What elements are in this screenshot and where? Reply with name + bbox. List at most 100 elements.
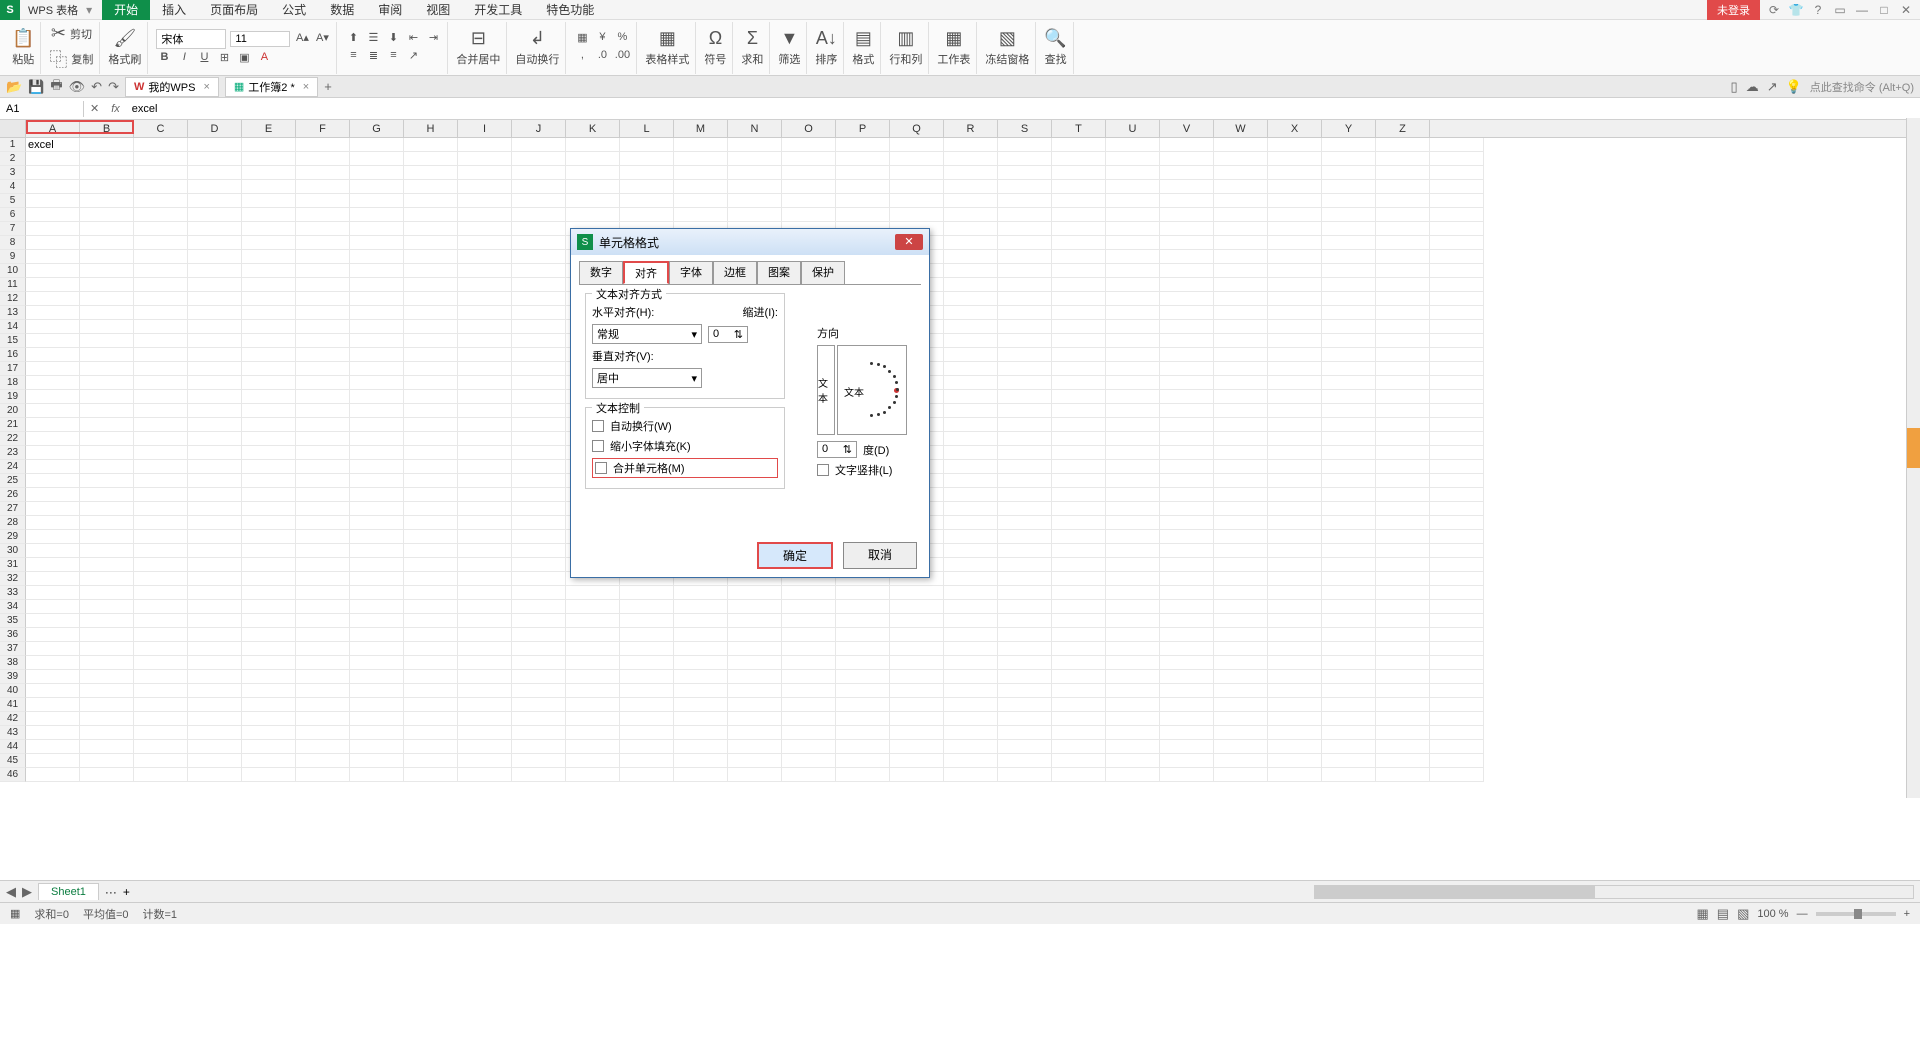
cell[interactable] — [26, 152, 80, 166]
cell[interactable] — [26, 194, 80, 208]
cell[interactable] — [728, 670, 782, 684]
cell[interactable] — [1106, 530, 1160, 544]
cell[interactable] — [1052, 264, 1106, 278]
align-mid-icon[interactable]: ☰ — [365, 31, 381, 47]
cell[interactable] — [404, 628, 458, 642]
zoom-slider[interactable] — [1816, 912, 1896, 916]
cell[interactable] — [188, 558, 242, 572]
help-icon[interactable]: ? — [1810, 3, 1826, 17]
save-icon[interactable]: 💾 — [28, 79, 44, 95]
row-header[interactable]: 30 — [0, 544, 26, 558]
cell[interactable] — [296, 544, 350, 558]
cell[interactable] — [1052, 754, 1106, 768]
cell[interactable] — [1322, 698, 1376, 712]
cell[interactable] — [296, 628, 350, 642]
cell[interactable] — [188, 194, 242, 208]
cell[interactable] — [1322, 530, 1376, 544]
cell[interactable] — [1268, 726, 1322, 740]
cell[interactable] — [80, 572, 134, 586]
cell[interactable] — [134, 684, 188, 698]
cell[interactable] — [350, 264, 404, 278]
cell[interactable] — [80, 684, 134, 698]
cell[interactable] — [1160, 446, 1214, 460]
sheet-add-icon[interactable]: + — [123, 885, 130, 899]
cell[interactable] — [350, 208, 404, 222]
cell[interactable] — [1052, 684, 1106, 698]
cell[interactable] — [350, 656, 404, 670]
cell[interactable] — [80, 194, 134, 208]
cell[interactable] — [1322, 684, 1376, 698]
cell[interactable] — [404, 208, 458, 222]
cell[interactable] — [134, 306, 188, 320]
cell[interactable] — [1376, 726, 1430, 740]
row-header[interactable]: 3 — [0, 166, 26, 180]
cell[interactable] — [512, 432, 566, 446]
cell[interactable] — [188, 488, 242, 502]
cell[interactable] — [296, 348, 350, 362]
cell[interactable] — [350, 740, 404, 754]
cell[interactable] — [836, 586, 890, 600]
cell[interactable] — [1214, 684, 1268, 698]
cell[interactable] — [458, 432, 512, 446]
cell[interactable] — [26, 558, 80, 572]
cell[interactable] — [404, 474, 458, 488]
cell[interactable] — [1052, 306, 1106, 320]
cell[interactable] — [944, 418, 998, 432]
cell[interactable] — [944, 250, 998, 264]
cell[interactable] — [296, 614, 350, 628]
cell[interactable] — [1214, 432, 1268, 446]
cell[interactable] — [1376, 754, 1430, 768]
cell[interactable] — [782, 726, 836, 740]
cell[interactable] — [26, 754, 80, 768]
row-header[interactable]: 9 — [0, 250, 26, 264]
cell[interactable] — [998, 712, 1052, 726]
cell[interactable] — [1322, 376, 1376, 390]
cell[interactable] — [1322, 740, 1376, 754]
cell[interactable] — [1322, 474, 1376, 488]
cell[interactable] — [890, 712, 944, 726]
cell[interactable] — [1160, 670, 1214, 684]
cell[interactable] — [1214, 180, 1268, 194]
cell[interactable] — [242, 138, 296, 152]
cell[interactable] — [1268, 600, 1322, 614]
cell[interactable] — [296, 418, 350, 432]
cell[interactable] — [188, 516, 242, 530]
cell[interactable] — [1160, 390, 1214, 404]
cell[interactable] — [1322, 180, 1376, 194]
cell[interactable] — [1160, 278, 1214, 292]
cell[interactable] — [296, 222, 350, 236]
cell[interactable] — [296, 152, 350, 166]
cell[interactable] — [350, 138, 404, 152]
cell[interactable] — [134, 768, 188, 782]
cell[interactable] — [1052, 166, 1106, 180]
cell[interactable] — [1214, 698, 1268, 712]
redo-icon[interactable]: ↷ — [108, 79, 119, 95]
cell[interactable] — [1268, 460, 1322, 474]
cell[interactable] — [350, 404, 404, 418]
cell[interactable] — [188, 348, 242, 362]
cell[interactable] — [512, 502, 566, 516]
cell[interactable] — [350, 600, 404, 614]
cell[interactable] — [998, 334, 1052, 348]
row-header[interactable]: 20 — [0, 404, 26, 418]
cell[interactable] — [1268, 642, 1322, 656]
col-header[interactable]: Y — [1322, 120, 1376, 137]
cell[interactable] — [1106, 684, 1160, 698]
freeze-icon[interactable]: ▧ — [999, 28, 1016, 49]
cell[interactable] — [458, 712, 512, 726]
cell[interactable] — [1214, 488, 1268, 502]
cell[interactable] — [80, 656, 134, 670]
col-header[interactable]: G — [350, 120, 404, 137]
cell[interactable] — [1106, 222, 1160, 236]
cell[interactable] — [512, 712, 566, 726]
cell[interactable] — [512, 376, 566, 390]
cell[interactable] — [1430, 614, 1484, 628]
cell[interactable] — [26, 432, 80, 446]
cell[interactable] — [782, 642, 836, 656]
cell[interactable] — [1268, 656, 1322, 670]
cell[interactable] — [188, 502, 242, 516]
cell[interactable] — [242, 558, 296, 572]
table-style-icon[interactable]: ▦ — [659, 28, 676, 49]
row-header[interactable]: 11 — [0, 278, 26, 292]
indent-inc-icon[interactable]: ⇥ — [425, 31, 441, 47]
